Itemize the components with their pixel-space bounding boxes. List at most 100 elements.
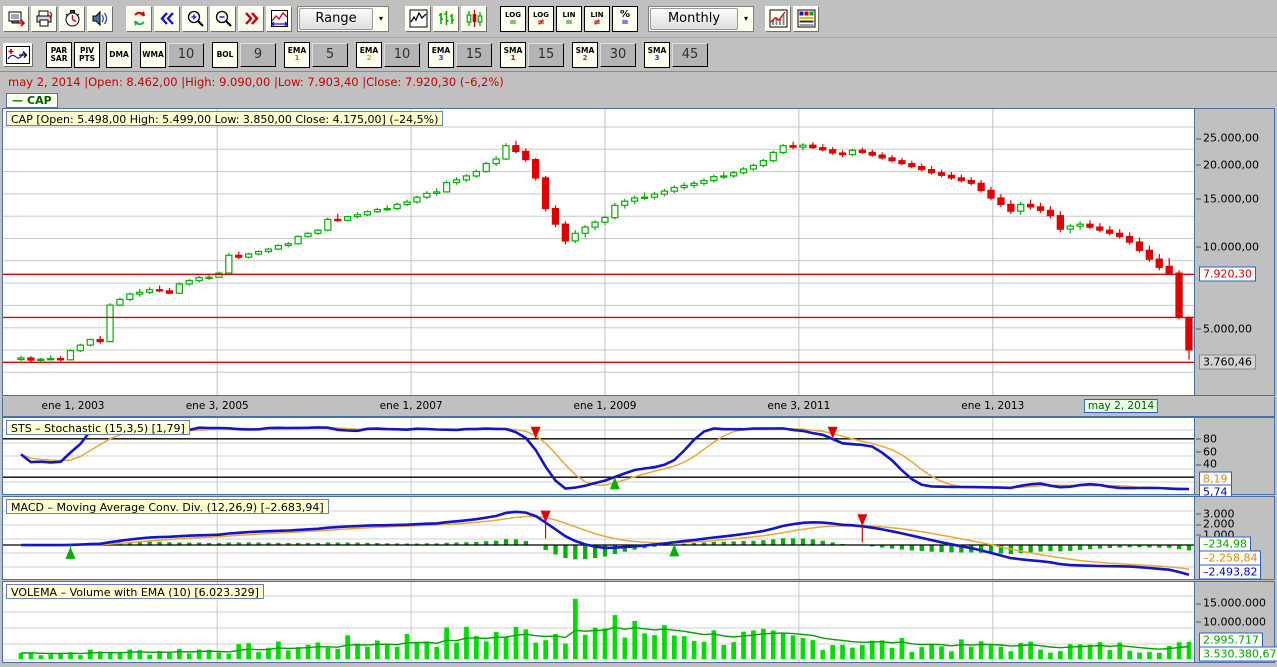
sound-alerts-button[interactable] — [87, 5, 113, 32]
indicator-chart-button[interactable] — [765, 5, 791, 32]
volume-axis[interactable]: 15.000.000 10.000.000 2.995.717 3.530.380… — [1194, 582, 1277, 662]
bol-label: BOL — [216, 49, 234, 59]
timeframe-dropdown-label: Monthly — [650, 7, 738, 30]
sma1-period-input[interactable]: 15 — [528, 42, 564, 67]
fit-range-button[interactable] — [266, 5, 292, 32]
time-axis-tick: ene 3, 2011 — [767, 400, 831, 412]
ema2-index: 2 — [366, 54, 372, 62]
price-candlestick-svg — [3, 109, 1194, 395]
timer-button[interactable] — [59, 5, 85, 32]
macd-line-tag[interactable]: –2.493,82 — [1199, 564, 1262, 580]
volume-value-tag[interactable]: 2.995.717 — [1199, 632, 1263, 648]
range-dropdown-label: Range — [299, 7, 373, 30]
macd-pane-title: MACD – Moving Average Conv. Div. (12,26,… — [6, 499, 329, 514]
macd-axis[interactable]: 3.000 2.000 1.000 –234,98 –2.258,84 –2.493… — [1194, 497, 1274, 580]
stochastic-axis-tick: 60 — [1196, 445, 1217, 459]
sma1-button[interactable]: SMA 1 — [500, 41, 526, 68]
current-price-tag[interactable]: 7.920,30 — [1199, 266, 1256, 282]
legend-line-swatch: — — [12, 93, 23, 107]
price-axis-tick: 10.000,00 — [1196, 240, 1259, 254]
volume-ema-tag[interactable]: 3.530.380,67 — [1199, 646, 1277, 662]
macd-histogram-tag[interactable]: –234,98 — [1199, 536, 1251, 552]
quote-info-line: may 2, 2014 |Open: 8.462,00 |High: 9.090… — [0, 72, 1277, 92]
price-axis-tick: 15.000,00 — [1196, 192, 1259, 206]
range-dropdown[interactable]: Range ▾ — [297, 5, 389, 32]
price-axis[interactable]: 25.000,00 20.000,00 15.000,00 10.000,00 5.00… — [1194, 109, 1274, 395]
price-chart-pane[interactable]: CAP [Open: 5.498,00 High: 5.499,00 Low: … — [2, 108, 1275, 396]
log-scale-notequal-button[interactable]: LOG ≠ — [528, 5, 554, 32]
timeframe-dropdown[interactable]: Monthly ▾ — [648, 5, 754, 32]
dma-label: DMA — [109, 49, 129, 59]
ema1-button[interactable]: EMA 1 — [284, 41, 310, 68]
log-scale-equal-button[interactable]: LOG = — [500, 5, 526, 32]
scroll-forward-button[interactable] — [238, 5, 264, 32]
sma3-period-input[interactable]: 45 — [672, 42, 708, 67]
lin-scale-equal-op: = — [565, 17, 573, 28]
lin-scale-equal-button[interactable]: LIN = — [556, 5, 582, 32]
ema2-button[interactable]: EMA 2 — [356, 41, 382, 68]
ema3-button[interactable]: EMA 3 — [428, 41, 454, 68]
zoom-out-button[interactable] — [210, 5, 236, 32]
wma-period-input[interactable]: 10 — [168, 42, 204, 67]
time-axis-tick: ene 1, 2009 — [573, 400, 637, 412]
lin-scale-notequal-button[interactable]: LIN ≠ — [584, 5, 610, 32]
bol-period-input[interactable]: 9 — [240, 42, 276, 67]
bol-button[interactable]: BOL — [212, 41, 238, 68]
piv-pts-line2: PTS — [78, 53, 95, 63]
sma3-button[interactable]: SMA 3 — [644, 41, 670, 68]
ema3-period-input[interactable]: 15 — [456, 42, 492, 67]
sma1-index: 1 — [510, 54, 516, 62]
low-price-tag[interactable]: 3.760,46 — [1199, 354, 1256, 370]
stochastic-axis-tick: 40 — [1196, 457, 1217, 471]
stochastic-axis[interactable]: 80 60 40 8,19 5,74 — [1194, 418, 1274, 500]
price-pane-title: CAP [Open: 5.498,00 High: 5.499,00 Low: … — [6, 111, 444, 126]
color-settings-button[interactable] — [793, 5, 819, 32]
ema1-period-input[interactable]: 5 — [312, 42, 348, 67]
par-sar-line2: SAR — [50, 53, 68, 63]
ema2-period-input[interactable]: 10 — [384, 42, 420, 67]
percent-scale-button[interactable]: % = — [612, 5, 638, 32]
legend-bar: — CAP — [0, 92, 1277, 108]
macd-pane[interactable]: MACD – Moving Average Conv. Div. (12,26,… — [2, 496, 1275, 580]
wma-label: WMA — [142, 49, 164, 59]
chevron-down-icon: ▾ — [378, 14, 383, 23]
dma-button[interactable]: DMA — [106, 41, 132, 68]
sma2-button[interactable]: SMA 2 — [572, 41, 598, 68]
volume-pane-title: VOLEMA – Volume with EMA (10) [6.023.329… — [6, 584, 264, 599]
candlestick-chart-button[interactable] — [461, 5, 487, 32]
add-indicator-button[interactable] — [3, 42, 33, 67]
line-chart-button[interactable] — [405, 5, 431, 32]
print-button[interactable] — [31, 5, 57, 32]
time-axis-tick: ene 1, 2003 — [41, 400, 105, 412]
stochastic-pane[interactable]: STS – Stochastic (15,3,5) [1,79] ✕ 80604… — [2, 417, 1275, 500]
refresh-button[interactable] — [126, 5, 152, 32]
macd-signal-tag[interactable]: –2.258,84 — [1199, 550, 1262, 566]
bar-chart-button[interactable] — [433, 5, 459, 32]
indicator-toolbar: PAR SAR PIV PTS DMA WMA 10 BOL 9 EMA 1 5… — [0, 38, 1277, 72]
price-plot-area[interactable] — [3, 109, 1194, 395]
scroll-back-button[interactable] — [154, 5, 180, 32]
volume-pane[interactable]: VOLEMA – Volume with EMA (10) [6.023.329… — [2, 581, 1277, 663]
main-toolbar: Range ▾ LOG = LOG ≠ LIN = LIN ≠ % = Mont… — [0, 0, 1277, 38]
lin-scale-notequal-op: ≠ — [593, 17, 601, 28]
sma3-index: 3 — [654, 54, 660, 62]
log-scale-equal-op: = — [509, 17, 517, 28]
sma2-period-input[interactable]: 30 — [600, 42, 636, 67]
sma2-index: 2 — [582, 54, 588, 62]
save-workspace-button[interactable] — [3, 5, 29, 32]
piv-pts-button[interactable]: PIV PTS — [74, 41, 100, 68]
par-sar-button[interactable]: PAR SAR — [46, 41, 72, 68]
time-axis[interactable]: ene 1, 2003 ene 3, 2005 ene 1, 2007 ene 1, … — [2, 397, 1275, 417]
legend-symbol-label: CAP — [27, 93, 52, 107]
percent-scale-op: = — [621, 17, 629, 28]
time-axis-tick: ene 1, 2007 — [379, 400, 443, 412]
ema3-index: 3 — [438, 54, 444, 62]
legend-chip-cap[interactable]: — CAP — [6, 92, 58, 108]
wma-button[interactable]: WMA — [140, 41, 166, 68]
zoom-in-button[interactable] — [182, 5, 208, 32]
volume-axis-tick: 15.000.000 — [1196, 596, 1266, 610]
current-date-tag[interactable]: may 2, 2014 — [1083, 399, 1159, 413]
time-axis-tick: ene 3, 2005 — [185, 400, 249, 412]
stochastic-pane-title: STS – Stochastic (15,3,5) [1,79] — [6, 420, 190, 435]
price-axis-tick: 5.000,00 — [1196, 322, 1252, 336]
